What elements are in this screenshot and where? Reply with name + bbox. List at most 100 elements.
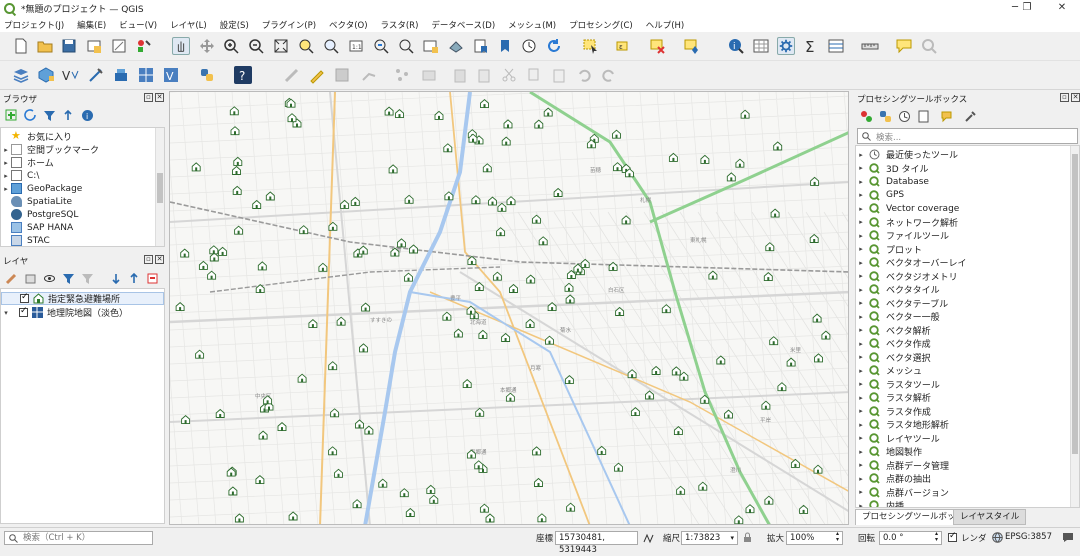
options-icon[interactable] bbox=[964, 110, 977, 123]
browser-item-saphana[interactable]: SAP HANA bbox=[1, 221, 73, 234]
expand-arrow-icon[interactable]: ▸ bbox=[856, 191, 866, 199]
expand-arrow-icon[interactable]: ▸ bbox=[856, 367, 866, 375]
expand-arrow-icon[interactable]: ▸ bbox=[856, 178, 866, 186]
select-by-location-icon[interactable] bbox=[683, 37, 701, 55]
deselect-features-icon[interactable] bbox=[649, 37, 667, 55]
collapse-all-icon[interactable] bbox=[62, 109, 75, 122]
style-manager-icon[interactable] bbox=[135, 37, 153, 55]
layer-visibility-checkbox[interactable] bbox=[19, 306, 28, 317]
magnifier-spinbox[interactable]: 100% ▴ ▾ bbox=[786, 531, 843, 545]
add-group-icon[interactable] bbox=[24, 272, 37, 285]
browser-scrollbar[interactable] bbox=[155, 128, 164, 246]
processing-group-item[interactable]: ▸ ネットワーク解析 bbox=[856, 216, 958, 229]
processing-group-item[interactable]: ▸ 内挿 bbox=[856, 499, 904, 508]
expand-arrow-icon[interactable]: ▸ bbox=[856, 502, 866, 508]
expand-arrow-icon[interactable]: ▸ bbox=[856, 380, 866, 388]
maximize-button[interactable]: ❐ bbox=[1012, 0, 1042, 17]
layout-manager-icon[interactable] bbox=[110, 37, 128, 55]
help-contents-icon[interactable]: ? bbox=[234, 66, 252, 84]
close-panel-icon[interactable]: ✕ bbox=[155, 255, 164, 264]
processing-scrollbar[interactable] bbox=[1070, 146, 1079, 507]
menu-processing[interactable]: プロセシング(C) bbox=[569, 19, 633, 31]
float-panel-icon[interactable]: ▫ bbox=[144, 255, 153, 264]
expand-arrow-icon[interactable]: ▸ bbox=[856, 434, 866, 442]
crs-label[interactable]: EPSG:3857 bbox=[1005, 532, 1052, 542]
map-tips-icon[interactable] bbox=[895, 37, 913, 55]
layer-gsi-pale-map[interactable]: ▾ 地理院地図（淡色） bbox=[1, 306, 128, 319]
statistical-summary-icon[interactable]: Σ bbox=[802, 37, 820, 55]
menu-layer[interactable]: レイヤ(L) bbox=[170, 19, 207, 31]
toggle-extents-icon[interactable] bbox=[642, 533, 654, 544]
new-print-layout-icon[interactable] bbox=[85, 37, 103, 55]
zoom-last-icon[interactable] bbox=[372, 37, 390, 55]
layer-evacuation-sites[interactable]: 指定緊急避難場所 bbox=[1, 292, 164, 305]
edit-features-in-place-icon[interactable] bbox=[941, 110, 954, 123]
processing-group-item[interactable]: ▸ レイヤツール bbox=[856, 432, 940, 445]
collapse-all-layers-icon[interactable] bbox=[128, 272, 141, 285]
save-project-icon[interactable] bbox=[60, 37, 78, 55]
processing-group-item[interactable]: ▸ 最近使ったツール bbox=[856, 148, 958, 161]
zoom-in-icon[interactable] bbox=[222, 37, 240, 55]
map-canvas[interactable]: 白石区中央区北海道東札幌菊水南郷通月寒豊平澄川平岸札幌大通すすきの苗穂本郷通米里 bbox=[169, 91, 849, 525]
measure-line-icon[interactable] bbox=[861, 37, 879, 55]
menu-project[interactable]: プロジェクト(J) bbox=[4, 19, 64, 31]
processing-group-item[interactable]: ▸ Vector coverage bbox=[856, 202, 959, 215]
python-console-icon[interactable] bbox=[198, 66, 216, 84]
processing-group-item[interactable]: ▸ Database bbox=[856, 175, 929, 188]
rotation-spinbox[interactable]: 0.0 ° ▴ ▾ bbox=[879, 531, 942, 545]
browser-item-postgresql[interactable]: PostgreSQL bbox=[1, 208, 78, 221]
processing-group-item[interactable]: ▸ ファイルツール bbox=[856, 229, 949, 242]
close-panel-icon[interactable]: ✕ bbox=[1071, 93, 1080, 102]
expand-arrow-icon[interactable]: ▸ bbox=[856, 488, 866, 496]
processing-search-input[interactable]: 検索... bbox=[857, 128, 1078, 144]
processing-group-item[interactable]: ▸ ベクタ選択 bbox=[856, 351, 931, 364]
menu-plugins[interactable]: プラグイン(P) bbox=[262, 19, 316, 31]
processing-group-item[interactable]: ▸ ラスタツール bbox=[856, 378, 940, 391]
identify-features-icon[interactable]: i bbox=[727, 37, 745, 55]
browser-item-geopackage[interactable]: ▸ GeoPackage bbox=[1, 182, 82, 195]
expand-arrow-icon[interactable]: ▸ bbox=[856, 394, 866, 402]
models-icon[interactable] bbox=[860, 110, 873, 123]
render-checkbox[interactable] bbox=[948, 531, 957, 542]
refresh-browser-icon[interactable] bbox=[24, 109, 37, 122]
zoom-to-layer-icon[interactable] bbox=[322, 37, 340, 55]
menu-mesh[interactable]: メッシュ(M) bbox=[508, 19, 556, 31]
expand-arrow-icon[interactable]: ▸ bbox=[856, 218, 866, 226]
new-project-icon[interactable] bbox=[12, 37, 30, 55]
expand-arrow-icon[interactable]: ▸ bbox=[856, 421, 866, 429]
expand-arrow-icon[interactable]: ▸ bbox=[856, 232, 866, 240]
browser-item-c-drive[interactable]: ▸ C:\ bbox=[1, 169, 39, 182]
new-temporary-layer-icon[interactable] bbox=[87, 66, 105, 84]
zoom-native-icon[interactable]: 1:1 bbox=[347, 37, 365, 55]
processing-group-item[interactable]: ▸ 点群の抽出 bbox=[856, 472, 931, 485]
float-panel-icon[interactable]: ▫ bbox=[1060, 93, 1069, 102]
processing-group-item[interactable]: ▸ ベクター一般 bbox=[856, 310, 940, 323]
expand-arrow-icon[interactable]: ▸ bbox=[856, 475, 866, 483]
expand-arrow-icon[interactable]: ▸ bbox=[856, 461, 866, 469]
expand-arrow-icon[interactable]: ▸ bbox=[856, 205, 866, 213]
float-panel-icon[interactable]: ▫ bbox=[144, 93, 153, 102]
coordinate-field[interactable]: 15730481, 5319443 bbox=[555, 531, 638, 555]
expand-arrow-icon[interactable]: ▸ bbox=[856, 448, 866, 456]
add-selected-layers-icon[interactable] bbox=[5, 109, 18, 122]
expand-arrow-icon[interactable]: ▸ bbox=[856, 313, 866, 321]
expand-arrow-icon[interactable]: ▸ bbox=[856, 286, 866, 294]
locator-settings-icon[interactable] bbox=[920, 37, 938, 55]
scale-combobox[interactable]: 1:73823 ▾ bbox=[681, 531, 738, 545]
menu-help[interactable]: ヘルプ(H) bbox=[646, 19, 685, 31]
processing-group-item[interactable]: ▸ 地図製作 bbox=[856, 445, 922, 458]
processing-group-item[interactable]: ▸ GPS bbox=[856, 189, 904, 202]
expand-arrow-icon[interactable]: ▸ bbox=[856, 245, 866, 253]
menu-settings[interactable]: 設定(S) bbox=[220, 19, 249, 31]
processing-group-item[interactable]: ▸ 3D タイル bbox=[856, 162, 929, 175]
expand-arrow-icon[interactable]: ▸ bbox=[856, 353, 866, 361]
layer-visibility-checkbox[interactable] bbox=[20, 292, 29, 303]
processing-group-item[interactable]: ▸ 点群データ管理 bbox=[856, 459, 949, 472]
temporal-controller-icon[interactable] bbox=[520, 37, 538, 55]
expand-arrow-icon[interactable]: ▸ bbox=[856, 340, 866, 348]
show-bookmarks-icon[interactable] bbox=[496, 37, 514, 55]
new-spatial-bookmark-icon[interactable] bbox=[472, 37, 490, 55]
processing-group-item[interactable]: ▸ ラスタ作成 bbox=[856, 405, 931, 418]
menu-vector[interactable]: ベクタ(O) bbox=[329, 19, 367, 31]
expand-arrow-icon[interactable]: ▸ bbox=[856, 272, 866, 280]
